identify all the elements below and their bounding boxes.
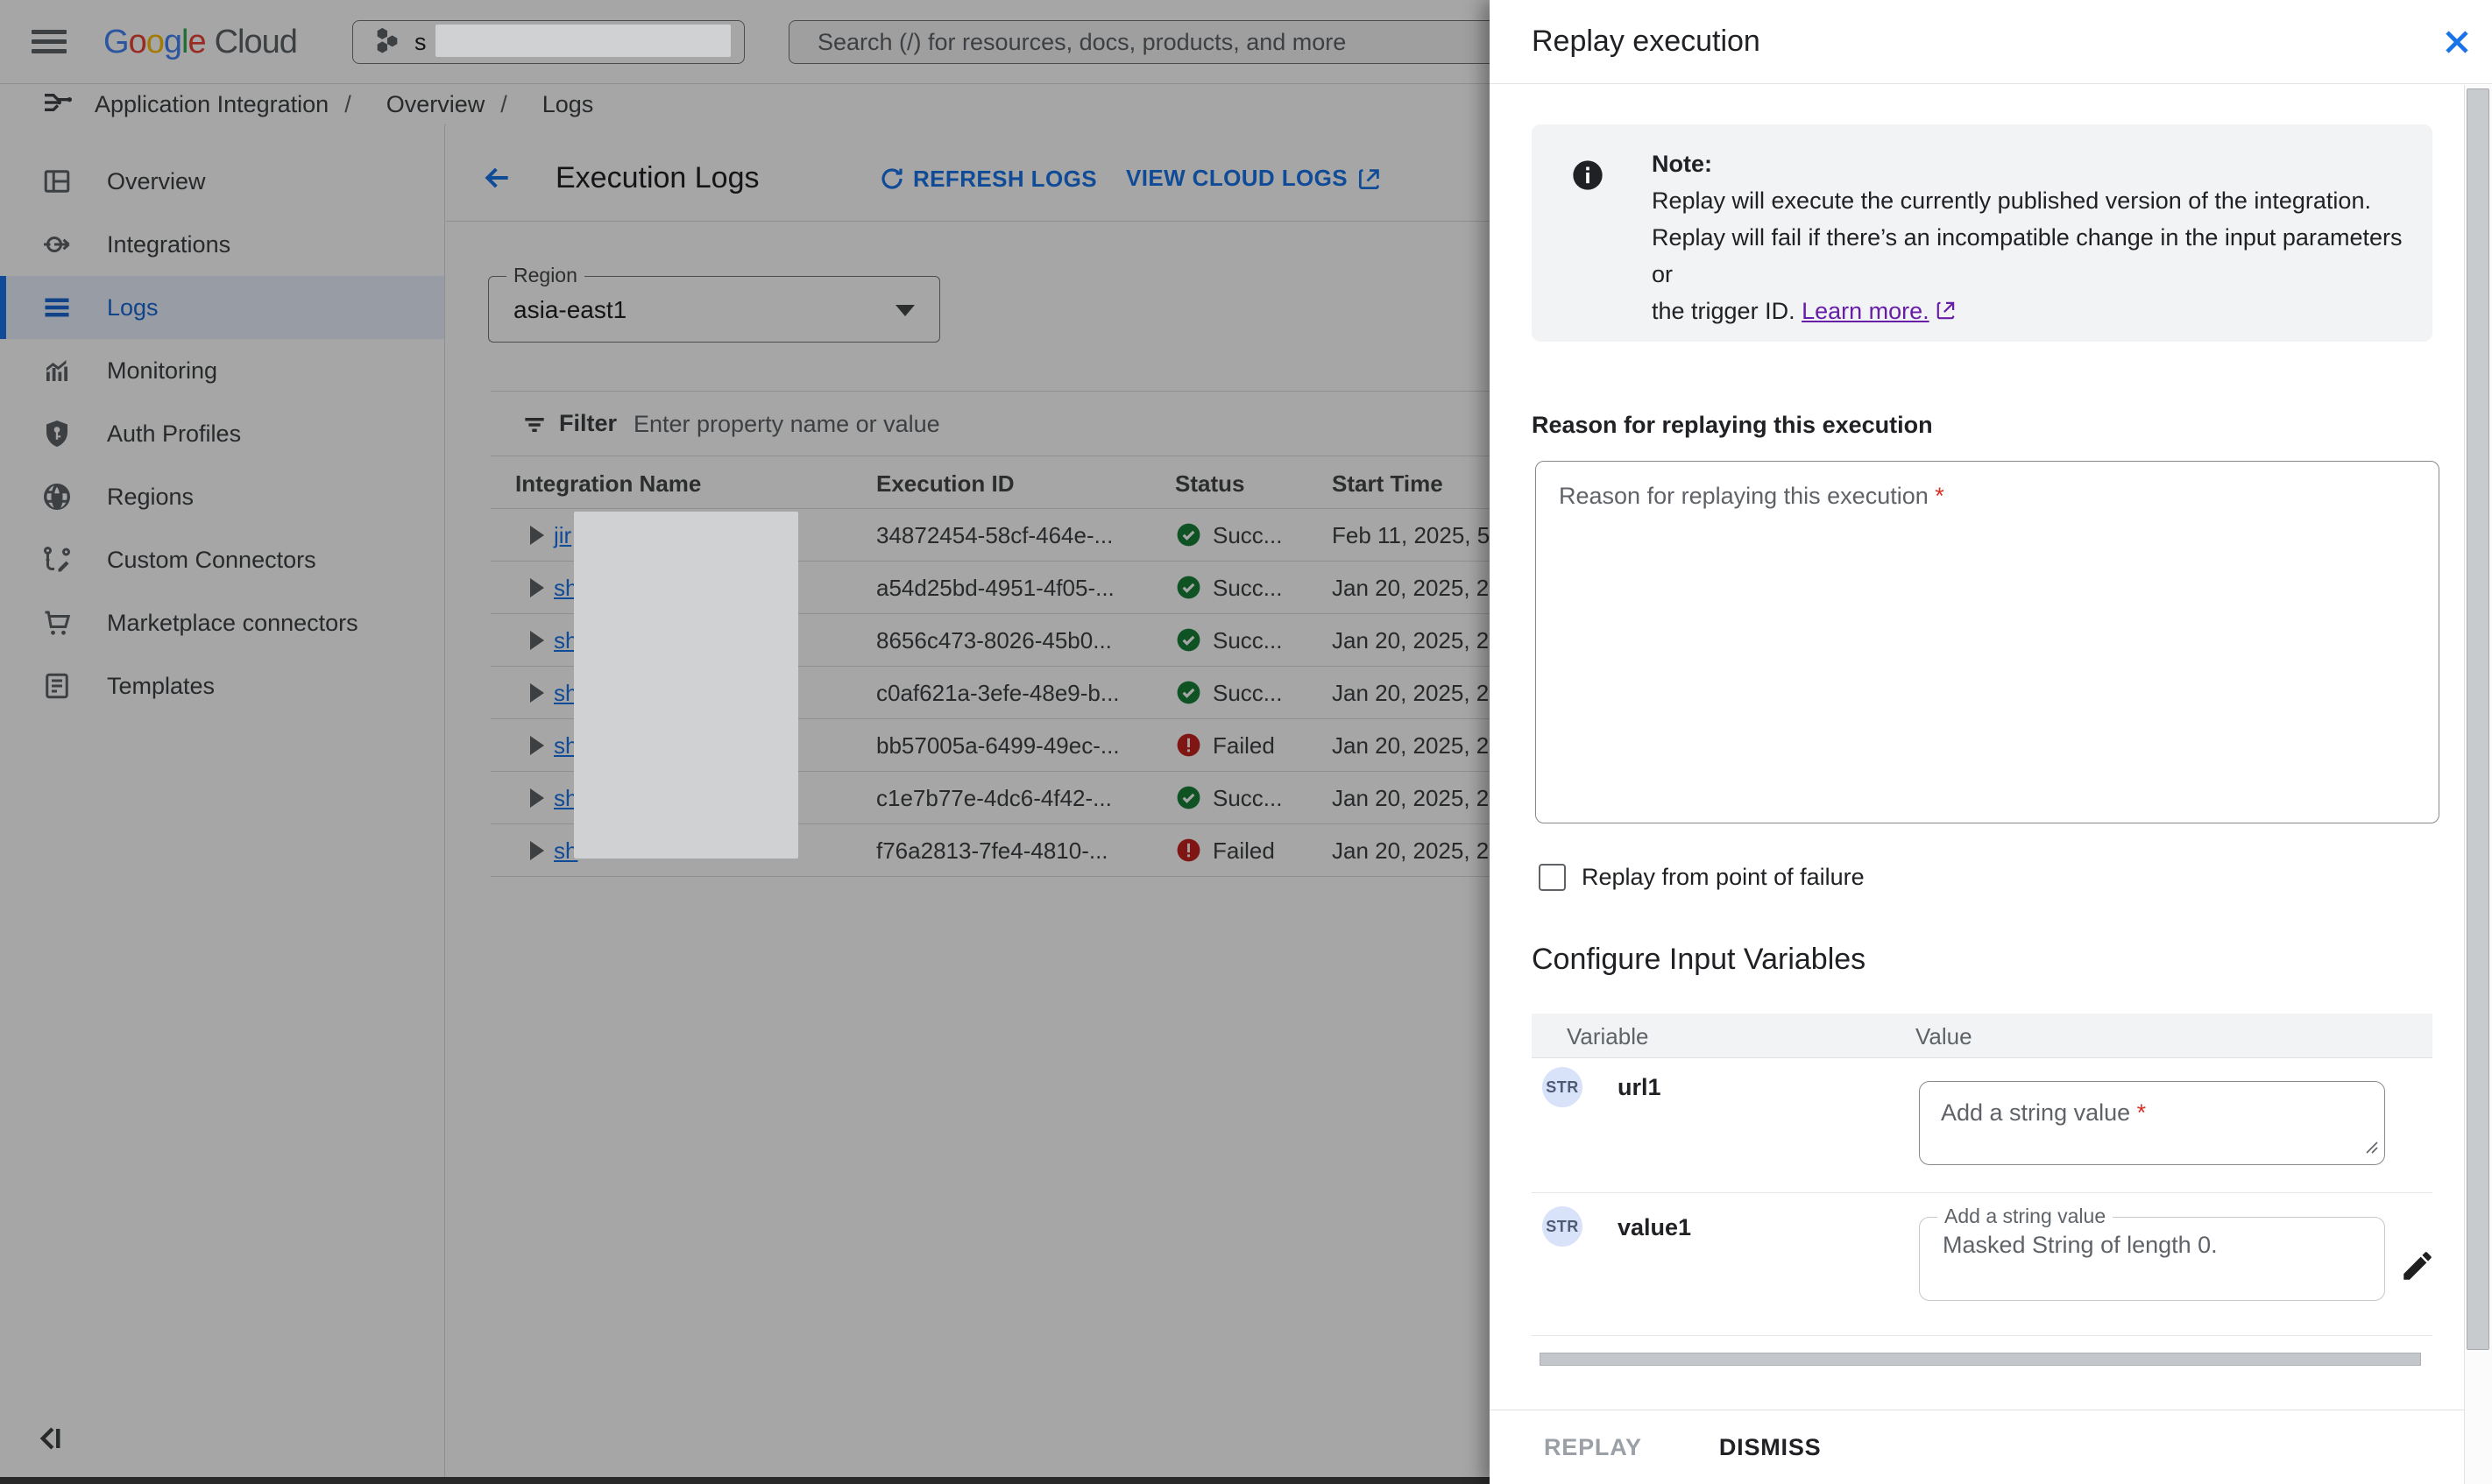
row-divider [1532, 1335, 2432, 1336]
value-placeholder: Add a string value * [1941, 1099, 2146, 1127]
panel-footer: REPLAY DISMISS [1490, 1410, 2492, 1484]
panel-header: Replay execution [1490, 0, 2492, 84]
reason-placeholder: Reason for replaying this execution * [1559, 483, 1944, 510]
variable-name: value1 [1618, 1214, 1691, 1241]
screen: Google Cloud s Search (/) for resources,… [0, 0, 2492, 1484]
reason-textarea[interactable]: Reason for replaying this execution * [1535, 461, 2439, 823]
note-heading: Note: [1652, 145, 2405, 182]
resize-handle-icon[interactable] [2361, 1137, 2379, 1159]
type-badge-str: STR [1542, 1067, 1582, 1107]
note-line-prefix: the trigger ID. [1652, 298, 1802, 324]
note-line: Replay will execute the currently publis… [1652, 182, 2405, 219]
close-icon[interactable] [2438, 23, 2476, 61]
learn-more-link[interactable]: Learn more. [1802, 298, 1929, 324]
column-header-variable: Variable [1567, 1023, 1648, 1050]
field-floating-label: Add a string value [1937, 1205, 2113, 1228]
note-box: Note: Replay will execute the currently … [1532, 124, 2432, 342]
note-line: the trigger ID. Learn more. [1652, 293, 2405, 332]
configure-input-variables-heading: Configure Input Variables [1532, 943, 1865, 977]
note-line: Replay will fail if there’s an incompati… [1652, 219, 2405, 293]
dismiss-button[interactable]: DISMISS [1698, 1422, 1843, 1473]
replay-button[interactable]: REPLAY [1523, 1422, 1663, 1473]
variable-name: url1 [1618, 1074, 1661, 1101]
required-asterisk: * [1935, 483, 1944, 509]
checkbox-label: Replay from point of failure [1582, 864, 1865, 891]
info-icon [1570, 158, 1605, 197]
vertical-scrollbar[interactable] [2464, 85, 2492, 1484]
panel-title: Replay execution [1532, 25, 1760, 59]
checkbox-unchecked[interactable] [1539, 864, 1566, 891]
replay-execution-panel: Replay execution Note: Replay will execu… [1490, 0, 2492, 1484]
replay-from-failure-checkbox[interactable]: Replay from point of failure [1539, 864, 1865, 891]
reason-section-label: Reason for replaying this execution [1532, 412, 1933, 439]
type-badge-str: STR [1542, 1206, 1582, 1247]
edit-pencil-icon[interactable] [2399, 1247, 2438, 1286]
required-asterisk: * [2137, 1099, 2147, 1126]
url1-value-textarea[interactable]: Add a string value * [1919, 1081, 2385, 1165]
redaction-project-name [435, 25, 731, 57]
horizontal-scrollbar[interactable] [1540, 1353, 2421, 1366]
variables-table-header: Variable Value [1532, 1014, 2432, 1058]
note-text: Note: Replay will execute the currently … [1652, 145, 2405, 332]
external-link-icon [1935, 295, 1957, 332]
row-divider [1532, 1192, 2432, 1193]
value1-masked-field[interactable]: Add a string value Masked String of leng… [1919, 1217, 2385, 1301]
column-header-value: Value [1915, 1023, 1972, 1050]
redaction-integration-names [574, 512, 798, 859]
masked-value-text: Masked String of length 0. [1943, 1232, 2218, 1259]
scrollbar-thumb[interactable] [2467, 88, 2489, 1350]
